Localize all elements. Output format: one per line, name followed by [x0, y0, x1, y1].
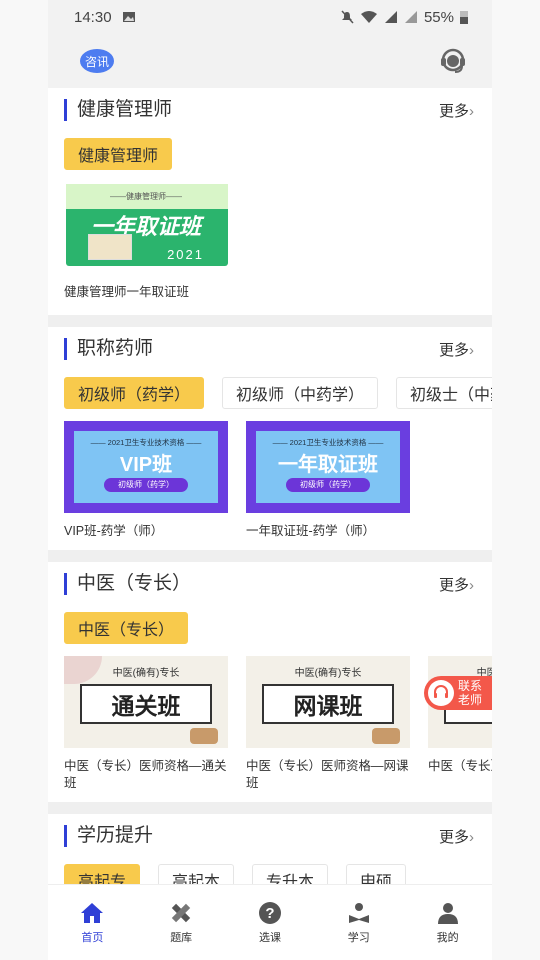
section-title: 健康管理师	[64, 99, 172, 121]
gallery-icon	[122, 12, 135, 22]
course-thumbnail: 中医(确有)专长 通关班	[64, 656, 228, 748]
left-margin	[0, 0, 48, 960]
course-list: —— 2021卫生专业技术资格 —— VIP班 初级师（药学） VIP班-药学（…	[64, 421, 492, 540]
pencil-ruler-icon	[171, 903, 191, 922]
bottom-tab-bar: 首页 题库 ? 选课 学习 我的	[48, 884, 492, 960]
more-link[interactable]: 更多›	[439, 826, 474, 847]
course-caption: VIP班-药学（师）	[64, 524, 164, 538]
section-title: 中医（专长）	[64, 573, 191, 595]
user-icon	[437, 902, 458, 924]
course-card[interactable]: 中医(确有)专长 网课班 中医（专长）医师资格—网课班	[246, 656, 410, 792]
chip[interactable]: 初级师（中药学）	[222, 377, 379, 409]
category-chips: 中医（专长）	[64, 612, 492, 644]
battery-icon	[460, 11, 468, 24]
section-tcm: 中医（专长） 更多› 中医（专长） 中医(确有)专长 通关班 中医（专长）医师资…	[48, 562, 492, 802]
course-caption: 健康管理师一年取证班	[64, 285, 190, 299]
chip[interactable]: 初级师（药学）	[64, 377, 205, 409]
contact-teacher-button[interactable]: 联系 老师	[424, 676, 492, 710]
more-link[interactable]: 更多›	[439, 339, 474, 360]
customer-service-icon[interactable]	[438, 46, 468, 76]
course-caption: 一年取证班-药学（师）	[246, 524, 376, 538]
course-list: ——健康管理师—— 一年取证班 2021 健康管理师一年取证班	[64, 182, 492, 301]
chip[interactable]: 中医（专长）	[64, 612, 189, 644]
question-icon: ?	[258, 901, 281, 924]
news-button[interactable]: 咨讯	[80, 49, 114, 73]
contact-line1: 联系	[458, 679, 483, 693]
category-chips: 初级师（药学） 初级师（中药学） 初级士（中药	[64, 377, 492, 409]
home-icon	[81, 902, 104, 923]
course-caption: 中医（专长）班	[428, 759, 492, 773]
course-thumbnail: —— 2021卫生专业技术资格 —— VIP班 初级师（药学）	[64, 421, 228, 513]
course-card[interactable]: —— 2021卫生专业技术资格 —— 一年取证班 初级师（药学） 一年取证班-药…	[246, 421, 410, 540]
tab-question-bank[interactable]: 题库	[141, 901, 221, 945]
tab-mine[interactable]: 我的	[408, 901, 488, 945]
battery-percent: 55%	[423, 8, 454, 26]
more-link[interactable]: 更多›	[439, 100, 474, 121]
section-health-manager: 健康管理师 更多› 健康管理师 ——健康管理师—— 一年取证班 2021 健康管…	[48, 88, 492, 315]
tab-study[interactable]: 学习	[319, 901, 399, 945]
right-margin	[492, 0, 540, 960]
status-time: 14:30	[74, 8, 112, 26]
chip[interactable]: 初级士（中药	[396, 377, 492, 409]
app-screen: 14:30 55% 咨讯 健康管理师 更多› 健康管理师 ——健康管理师—— 一…	[48, 0, 492, 960]
svg-text:?: ?	[265, 905, 274, 922]
signal-icon	[384, 11, 397, 23]
course-card[interactable]: —— 2021卫生专业技术资格 —— VIP班 初级师（药学） VIP班-药学（…	[64, 421, 228, 540]
course-list: 中医(确有)专长 通关班 中医（专长）医师资格—通关班 中医(确有)专长 网课班…	[64, 656, 492, 792]
course-caption: 中医（专长）医师资格—网课班	[246, 759, 409, 790]
section-title: 学历提升	[64, 825, 153, 847]
course-card[interactable]: ——健康管理师—— 一年取证班 2021 健康管理师一年取证班	[64, 182, 228, 301]
news-label: 咨讯	[84, 54, 109, 69]
course-thumbnail: 中医(确有)专长 网课班	[246, 656, 410, 748]
signal-2-icon	[404, 11, 417, 23]
section-title: 职称药师	[64, 338, 153, 360]
contact-line2: 老师	[458, 693, 483, 707]
section-pharmacist: 职称药师 更多› 初级师（药学） 初级师（中药学） 初级士（中药 —— 2021…	[48, 327, 492, 550]
headset-icon	[428, 680, 454, 706]
tab-home[interactable]: 首页	[52, 901, 132, 945]
mute-icon	[341, 10, 354, 24]
more-link[interactable]: 更多›	[439, 574, 474, 595]
chip[interactable]: 健康管理师	[64, 138, 173, 170]
top-bar: 咨讯	[48, 34, 492, 88]
course-thumbnail: —— 2021卫生专业技术资格 —— 一年取证班 初级师（药学）	[246, 421, 410, 513]
wifi-icon	[360, 11, 377, 23]
course-caption: 中医（专长）医师资格—通关班	[64, 759, 227, 790]
status-bar: 14:30 55%	[48, 0, 492, 34]
course-card[interactable]: 中医(确有)专长 通关班 中医（专长）医师资格—通关班	[64, 656, 228, 792]
course-thumbnail: ——健康管理师—— 一年取证班 2021	[64, 182, 228, 274]
study-icon	[348, 902, 369, 923]
category-chips: 健康管理师	[64, 138, 492, 170]
tab-course-select[interactable]: ? 选课	[230, 901, 310, 945]
